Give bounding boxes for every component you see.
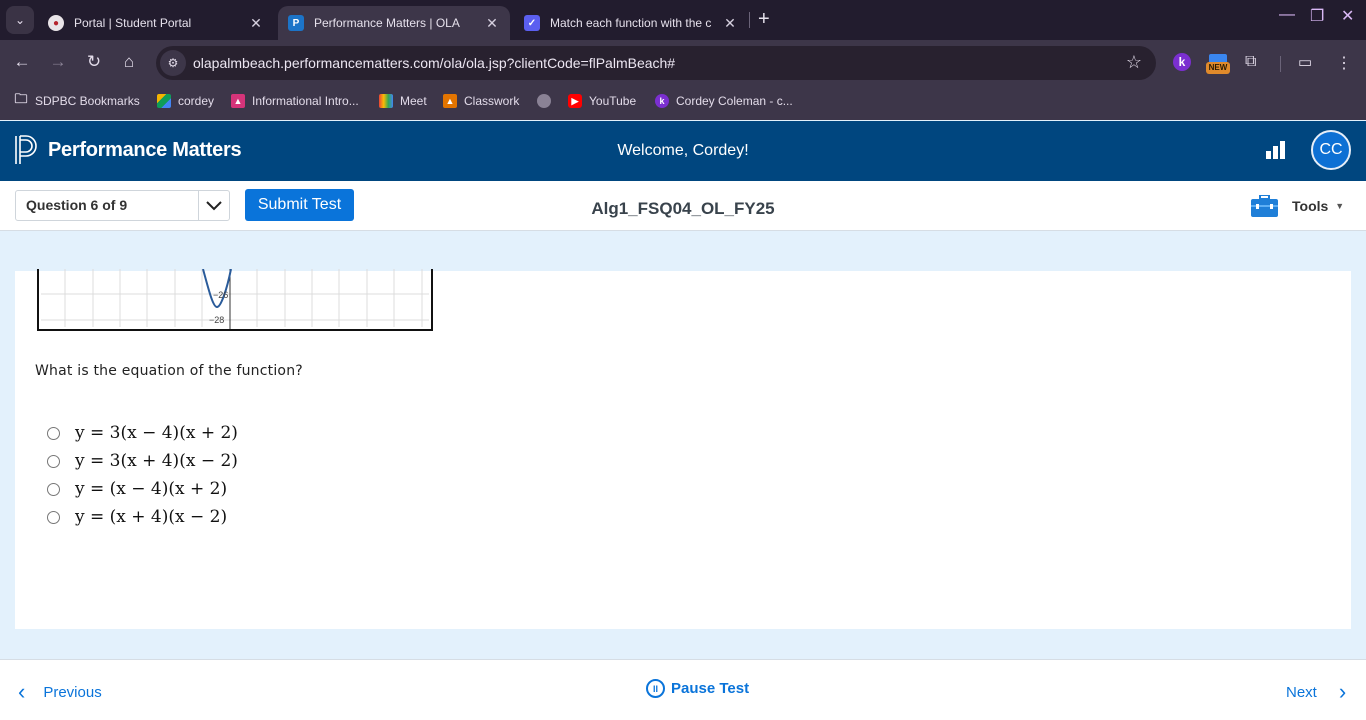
close-icon[interactable]: ✕ [484, 15, 500, 32]
pause-test-button[interactable]: II Pause Test [646, 679, 749, 698]
previous-label: Previous [43, 683, 102, 701]
folder-icon: 🗀 [14, 91, 28, 106]
browser-toolbar: ← → ↻ ⌂ ⚙ olapalmbeach.performancematter… [0, 40, 1366, 86]
url-text[interactable]: olapalmbeach.performancematters.com/ola/… [193, 55, 675, 71]
cast-icon[interactable]: ▭ [1298, 53, 1312, 71]
restore-button[interactable]: ❐ [1310, 6, 1324, 26]
tab-performance-matters[interactable]: P Performance Matters | OLA ✕ [278, 6, 510, 40]
parabola-curve [202, 269, 232, 309]
bookmarks-bar: 🗀 SDPBC Bookmarks cordey ▲ Informational… [0, 86, 1366, 120]
close-window-button[interactable]: ✕ [1341, 6, 1354, 26]
bookmark-label: Cordey Coleman - c... [676, 94, 793, 108]
match-icon: ✓ [524, 15, 540, 31]
chevron-right-icon: › [1338, 679, 1347, 704]
tab-title: Match each function with the c [550, 16, 712, 30]
performance-matters-icon: P [288, 15, 304, 31]
classroom-icon: ▲ [231, 94, 245, 108]
pause-icon: II [646, 679, 665, 698]
tools-menu[interactable]: Tools ▼ [1251, 195, 1344, 217]
home-button[interactable]: ⌂ [117, 52, 141, 72]
bookmark-classwork[interactable]: ▲ Classwork [443, 94, 519, 108]
toolbar-separator [1280, 56, 1281, 72]
reports-chart-icon[interactable] [1266, 141, 1285, 159]
bookmark-sdpbc[interactable]: 🗀 SDPBC Bookmarks [14, 91, 140, 108]
bookmark-label: YouTube [589, 94, 637, 108]
tools-label: Tools [1292, 198, 1329, 214]
radio-button[interactable] [47, 510, 60, 524]
bookmark-youtube[interactable]: ▶ YouTube [568, 94, 636, 108]
caret-down-icon: ▼ [1335, 201, 1345, 211]
bookmark-label: Meet [400, 94, 427, 108]
function-graph: −26 −28 [37, 269, 433, 331]
radio-button[interactable] [47, 426, 60, 440]
youtube-icon: ▶ [568, 94, 582, 108]
meet-icon [379, 94, 393, 108]
new-badge: NEW [1206, 62, 1230, 74]
new-tab-button[interactable]: + [758, 8, 770, 31]
answer-choices: y = 3(x − 4)(x + 2) y = 3(x + 4)(x − 2) … [47, 419, 238, 531]
radio-button[interactable] [47, 482, 60, 496]
test-title: Alg1_FSQ04_OL_FY25 [591, 199, 775, 218]
site-info-icon[interactable]: ⚙ [160, 50, 186, 76]
k-extension-icon[interactable]: k [1173, 53, 1191, 71]
question-panel: −26 −28 What is the equation of the func… [15, 269, 1351, 629]
bookmark-label: Classwork [464, 94, 520, 108]
choice-equation: y = (x − 4)(x + 2) [75, 479, 228, 499]
extensions-puzzle-icon[interactable]: ⧉ [1245, 53, 1256, 71]
test-navigation-footer: ‹ Previous II Pause Test Next › [0, 659, 1366, 720]
new-extension-icon[interactable]: NEW [1206, 54, 1230, 76]
answer-choice-b[interactable]: y = 3(x + 4)(x − 2) [47, 447, 238, 475]
user-avatar[interactable]: CC [1311, 130, 1351, 170]
tab-search-button[interactable]: ⌄ [6, 6, 34, 34]
bookmark-cordey-coleman[interactable]: k Cordey Coleman - c... [655, 94, 793, 108]
pause-label: Pause Test [671, 680, 750, 697]
bookmark-informational-intro[interactable]: ▲ Informational Intro... [231, 94, 359, 108]
classwork-icon: ▲ [443, 94, 457, 108]
forward-button[interactable]: → [46, 52, 70, 72]
choice-equation: y = 3(x − 4)(x + 2) [75, 423, 238, 443]
bookmark-meet[interactable]: Meet [379, 94, 427, 108]
close-icon[interactable]: ✕ [722, 15, 738, 32]
globe-icon [537, 94, 551, 108]
bookmark-label: Informational Intro... [252, 94, 359, 108]
tab-title: Performance Matters | OLA [314, 16, 460, 30]
graph-border [37, 269, 433, 331]
k-icon: k [655, 94, 669, 108]
test-toolbar: Question 6 of 9 Submit Test Alg1_FSQ04_O… [0, 181, 1366, 231]
tab-separator [749, 12, 750, 28]
reload-button[interactable]: ↻ [82, 52, 106, 72]
close-icon[interactable]: ✕ [248, 15, 264, 32]
tab-student-portal[interactable]: ● Portal | Student Portal ✕ [38, 6, 274, 40]
back-button[interactable]: ← [10, 52, 34, 72]
answer-choice-d[interactable]: y = (x + 4)(x − 2) [47, 503, 238, 531]
browser-menu-icon[interactable]: ⋮ [1336, 53, 1352, 73]
bookmark-globe[interactable] [537, 94, 558, 108]
choice-equation: y = (x + 4)(x − 2) [75, 507, 228, 527]
welcome-message: Welcome, Cordey! [617, 142, 749, 159]
answer-choice-c[interactable]: y = (x − 4)(x + 2) [47, 475, 238, 503]
next-button[interactable]: Next › [1286, 679, 1346, 705]
bookmark-star-icon[interactable]: ☆ [1126, 52, 1142, 73]
tab-title: Portal | Student Portal [74, 16, 192, 30]
next-label: Next [1286, 683, 1317, 701]
question-prompt: What is the equation of the function? [35, 363, 303, 379]
chevron-left-icon: ‹ [18, 679, 26, 704]
browser-tab-bar: ⌄ ● Portal | Student Portal ✕ P Performa… [0, 0, 1366, 40]
bookmark-label: cordey [178, 94, 215, 108]
toolbox-icon [1251, 195, 1278, 217]
portal-icon: ● [48, 15, 64, 31]
bookmark-cordey[interactable]: cordey [157, 94, 214, 108]
tab-match-function[interactable]: ✓ Match each function with the c ✕ [514, 6, 748, 40]
choice-equation: y = 3(x + 4)(x − 2) [75, 451, 238, 471]
cube-icon [157, 94, 171, 108]
bookmark-label: SDPBC Bookmarks [35, 94, 140, 108]
y-tick-label: −28 [209, 315, 224, 325]
radio-button[interactable] [47, 454, 60, 468]
y-tick-label: −26 [213, 290, 228, 300]
answer-choice-a[interactable]: y = 3(x − 4)(x + 2) [47, 419, 238, 447]
previous-button[interactable]: ‹ Previous [18, 679, 102, 705]
minimize-button[interactable]: — [1279, 6, 1295, 24]
address-bar[interactable]: ⚙ olapalmbeach.performancematters.com/ol… [156, 46, 1156, 80]
app-header: Performance Matters Welcome, Cordey! CC [0, 121, 1366, 181]
